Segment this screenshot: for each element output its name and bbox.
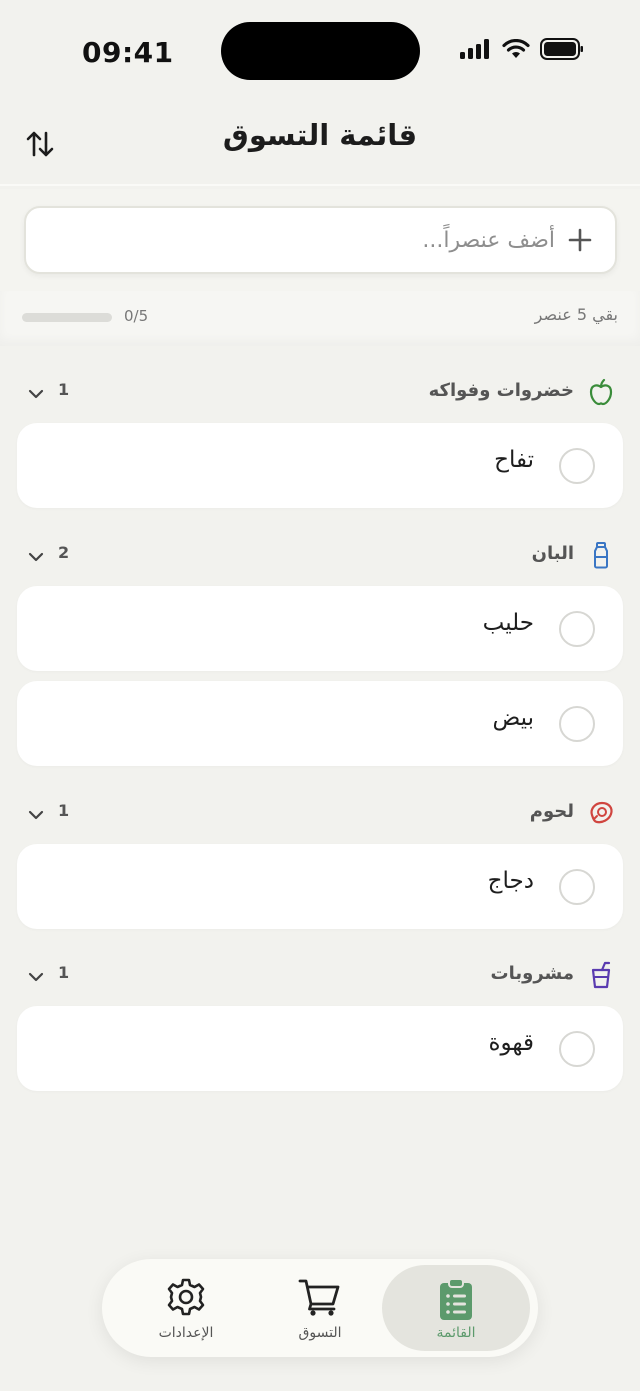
add-item-placeholder: أضف عنصراً...: [422, 227, 555, 253]
tab-settings[interactable]: الإعدادات: [112, 1265, 260, 1351]
status-icons: [460, 38, 584, 60]
list-item[interactable]: بيض: [17, 681, 623, 766]
progress-bar: [22, 313, 112, 322]
category-header-drinks[interactable]: 1 مشروبات: [0, 957, 640, 997]
status-bar: 09:41: [0, 0, 640, 100]
list-item[interactable]: دجاج: [17, 844, 623, 929]
battery-icon: [540, 38, 583, 60]
chevron-down-icon[interactable]: [26, 805, 46, 825]
category-name: لحوم: [529, 801, 574, 822]
list-item[interactable]: تفاح: [17, 423, 623, 508]
plus-icon: [567, 227, 593, 253]
tab-list[interactable]: القائمة: [382, 1265, 530, 1351]
item-checkbox[interactable]: [559, 448, 595, 484]
chevron-down-icon[interactable]: [26, 967, 46, 987]
clipboard-list-icon: [440, 1278, 472, 1320]
category-count: 1: [58, 801, 70, 820]
milk-bottle-icon: [594, 542, 608, 569]
category-header-dairy[interactable]: 2 البان: [0, 537, 640, 577]
add-item-input[interactable]: أضف عنصراً...: [24, 206, 617, 274]
list-item[interactable]: قهوة: [17, 1006, 623, 1091]
app-screen: 09:41 قائمة التسوق أضف عنصراً... 0/5 بقي…: [0, 0, 640, 1391]
category-name: البان: [531, 543, 574, 564]
status-time: 09:41: [82, 36, 174, 69]
item-label: تفاح: [494, 447, 534, 473]
gear-icon: [167, 1278, 205, 1316]
bottom-tab-bar: الإعدادات التسوق القائمة: [102, 1259, 538, 1357]
item-checkbox[interactable]: [559, 869, 595, 905]
meat-icon: [590, 801, 613, 824]
category-count: 2: [58, 543, 70, 562]
drink-cup-icon: [591, 961, 611, 989]
category-name: مشروبات: [490, 963, 574, 984]
wifi-icon: [502, 39, 530, 58]
header: قائمة التسوق: [0, 100, 640, 186]
add-item-bar: أضف عنصراً...: [0, 189, 640, 291]
apple-icon: [589, 378, 613, 406]
tab-shopping[interactable]: التسوق: [246, 1265, 394, 1351]
remaining-text: بقي 5 عنصر: [534, 305, 618, 324]
shopping-cart-icon: [298, 1279, 340, 1316]
tab-shopping-label: التسوق: [298, 1325, 342, 1341]
item-label: بيض: [492, 705, 534, 731]
page-title: قائمة التسوق: [222, 118, 418, 152]
category-count: 1: [58, 380, 70, 399]
chevron-down-icon[interactable]: [26, 547, 46, 567]
tab-list-label: القائمة: [436, 1325, 476, 1341]
signal-icon: [460, 39, 489, 59]
item-label: حليب: [482, 610, 534, 636]
list-item[interactable]: حليب: [17, 586, 623, 671]
tab-settings-label: الإعدادات: [158, 1325, 214, 1341]
item-checkbox[interactable]: [559, 611, 595, 647]
item-label: قهوة: [488, 1030, 534, 1056]
item-checkbox[interactable]: [559, 706, 595, 742]
dynamic-island: [221, 22, 420, 80]
category-name: خضروات وفواكه: [428, 380, 574, 401]
chevron-down-icon[interactable]: [26, 384, 46, 404]
item-label: دجاج: [487, 868, 534, 894]
progress-strip: 0/5 بقي 5 عنصر: [0, 291, 640, 346]
progress-count: 0/5: [124, 307, 149, 325]
category-count: 1: [58, 963, 70, 982]
category-header-produce[interactable]: 1 خضروات وفواكه: [0, 374, 640, 414]
item-checkbox[interactable]: [559, 1031, 595, 1067]
category-header-meat[interactable]: 1 لحوم: [0, 795, 640, 835]
